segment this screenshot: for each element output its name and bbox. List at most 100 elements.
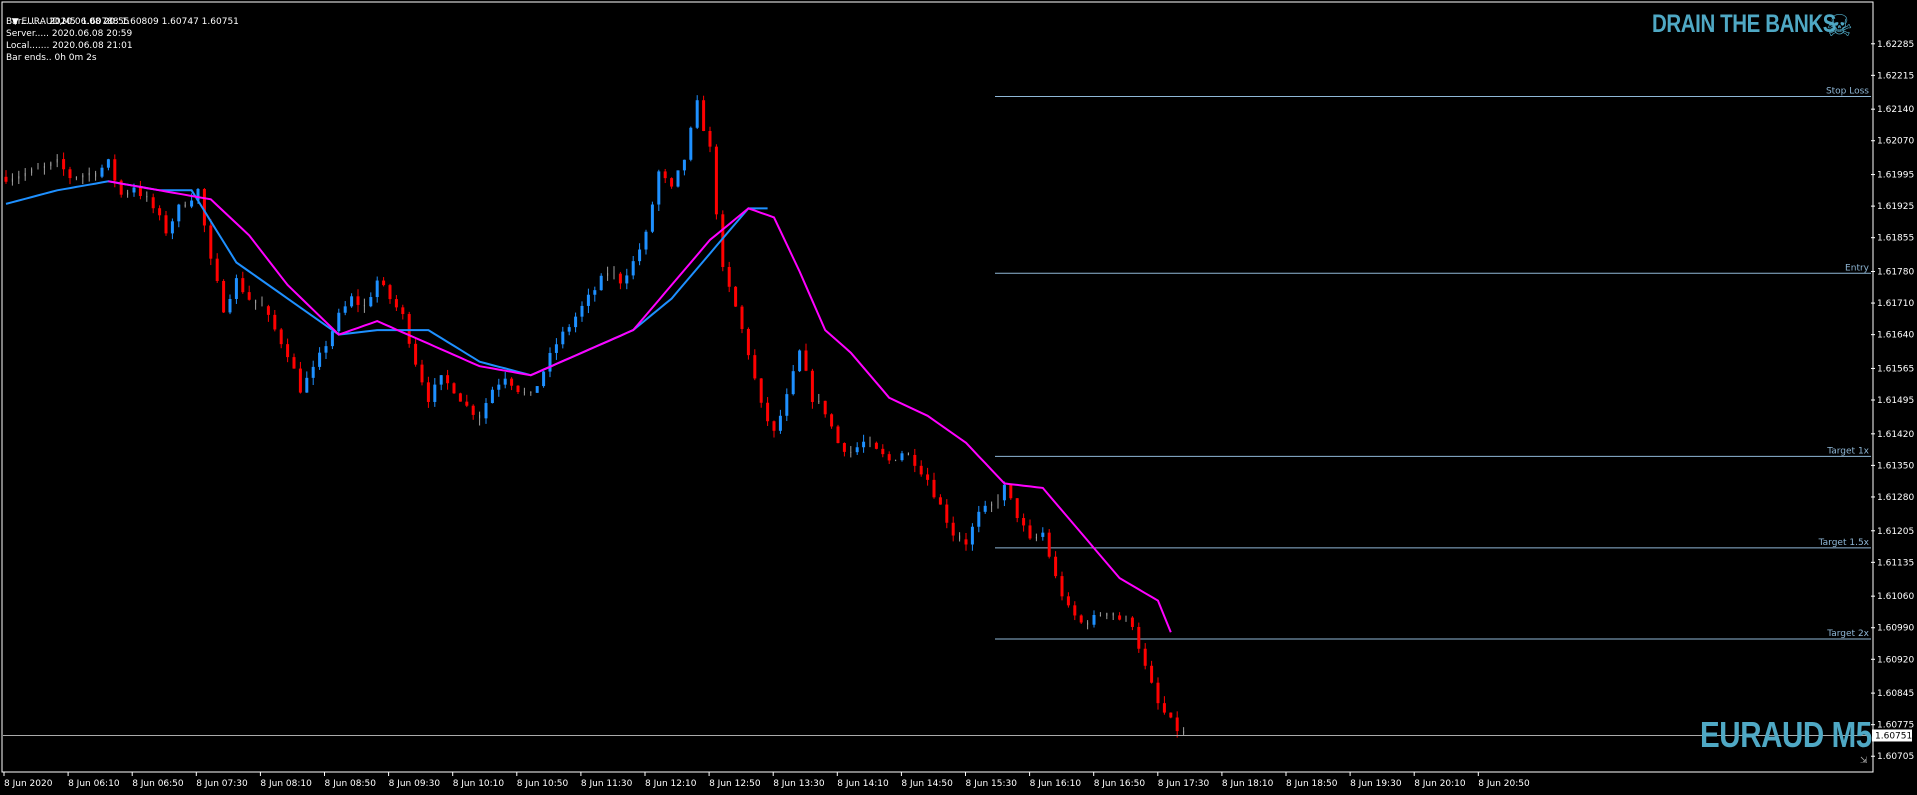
- candle-body: [1150, 665, 1154, 683]
- candle-body: [625, 275, 629, 284]
- candle-body: [458, 393, 462, 402]
- time-tick-label: 8 Jun 19:30: [1350, 779, 1402, 789]
- candle-body: [11, 178, 13, 182]
- candle-body: [1125, 617, 1127, 620]
- candle-body: [1092, 614, 1096, 625]
- candle-body: [479, 414, 481, 419]
- candle-body: [727, 266, 731, 287]
- candle-body: [810, 370, 814, 402]
- candle-body: [766, 402, 770, 422]
- candle-body: [887, 454, 891, 461]
- time-tick-label: 8 Jun 16:50: [1094, 779, 1146, 789]
- local-time: Local....... 2020.06.08 21:01: [6, 41, 133, 51]
- candle-body: [1035, 536, 1037, 539]
- candle-body: [106, 159, 110, 168]
- candle-body: [586, 294, 590, 306]
- time-tick-label: 8 Jun 06:50: [132, 779, 184, 789]
- price-tick-label: 1.60990: [1877, 624, 1914, 634]
- candle-body: [1118, 615, 1122, 620]
- candle-body: [146, 195, 148, 198]
- candle-body: [75, 177, 77, 179]
- time-tick-label: 8 Jun 07:30: [196, 779, 248, 789]
- candle-body: [234, 278, 238, 299]
- candle-body: [255, 299, 257, 304]
- time-tick-label: 8 Jun 20:50: [1478, 779, 1530, 789]
- candle-body: [938, 497, 942, 505]
- candle-body: [676, 170, 680, 187]
- candle-body: [618, 273, 622, 284]
- candle-body: [567, 327, 571, 332]
- candle-body: [997, 500, 999, 504]
- time-tick-label: 8 Jun 10:10: [453, 779, 505, 789]
- candle-body: [209, 225, 213, 259]
- candle-body: [850, 451, 852, 453]
- time-tick-label: 8 Jun 12:50: [709, 779, 761, 789]
- price-tick-label: 1.60775: [1877, 721, 1914, 731]
- candle-body: [452, 383, 456, 394]
- candle-body: [862, 441, 866, 448]
- candle-body: [1183, 731, 1185, 734]
- time-tick-label: 8 Jun 14:50: [901, 779, 953, 789]
- price-tick-label: 1.61420: [1877, 430, 1914, 440]
- candle-body: [1028, 525, 1032, 539]
- candle-body: [607, 273, 609, 276]
- candle-body: [785, 394, 789, 416]
- candle-body: [356, 296, 360, 305]
- candle-body: [407, 314, 411, 344]
- price-tick-label: 1.60845: [1877, 689, 1914, 699]
- candle-body: [1060, 576, 1064, 597]
- candle-body: [554, 344, 558, 353]
- candle-body: [895, 460, 897, 462]
- candle-body: [561, 331, 565, 345]
- candle-body: [1137, 626, 1141, 649]
- candle-body: [650, 204, 654, 232]
- price-tick-label: 1.62140: [1877, 105, 1914, 115]
- candle-body: [746, 328, 750, 356]
- candle-body: [62, 159, 66, 170]
- svg-text:⇲: ⇲: [1860, 756, 1868, 766]
- price-tick-label: 1.61565: [1877, 364, 1914, 374]
- candle-body: [1002, 484, 1006, 501]
- candle-body: [37, 167, 39, 170]
- candle-body: [247, 292, 251, 300]
- candle-body: [113, 159, 117, 181]
- candle-body: [1054, 556, 1058, 577]
- candle-body: [88, 172, 90, 176]
- candle-body: [1087, 622, 1089, 625]
- candle-body: [1106, 613, 1108, 616]
- candle-body: [644, 231, 648, 250]
- candle-body: [100, 167, 104, 177]
- candle-body: [991, 503, 993, 506]
- candle-body: [964, 539, 968, 545]
- candle-body: [542, 371, 546, 387]
- candle-body: [959, 535, 961, 540]
- candle-body: [663, 171, 667, 179]
- candle-body: [471, 405, 475, 415]
- candle-body: [202, 189, 206, 226]
- candles: [4, 95, 1185, 738]
- price-tick-label: 1.61205: [1877, 527, 1914, 537]
- time-tick-label: 8 Jun 11:30: [581, 779, 633, 789]
- candle-body: [1079, 615, 1083, 623]
- server-time: Server..... 2020.06.08 20:59: [6, 29, 133, 39]
- scroll-icon[interactable]: ⇲: [1860, 756, 1868, 766]
- brand-title: DRAIN THE BANKS: [1652, 10, 1837, 38]
- time-tick-label: 8 Jun 13:30: [773, 779, 825, 789]
- level-label: Stop Loss: [1826, 87, 1869, 97]
- price-tick-label: 1.61780: [1877, 267, 1914, 277]
- candle-body: [926, 474, 930, 480]
- candle-body: [503, 378, 507, 385]
- price-chart[interactable]: Stop Loss Entry Target 1x Target 1.5x Target…: [0, 0, 1917, 795]
- candle-body: [31, 169, 33, 173]
- candle-body: [631, 261, 635, 276]
- candle-body: [778, 415, 782, 431]
- time-tick-label: 8 Jun 08:10: [260, 779, 312, 789]
- candle-body: [657, 171, 661, 205]
- candle-body: [523, 391, 525, 393]
- level-label: Entry: [1845, 263, 1870, 273]
- candle-body: [4, 176, 8, 182]
- level-label: Target 1x: [1826, 446, 1869, 456]
- candle-body: [215, 258, 219, 281]
- price-axis: 1.62285 1.62215 1.62140 1.62070 1.61995 1.619…: [1871, 40, 1914, 762]
- candle-body: [1041, 532, 1045, 537]
